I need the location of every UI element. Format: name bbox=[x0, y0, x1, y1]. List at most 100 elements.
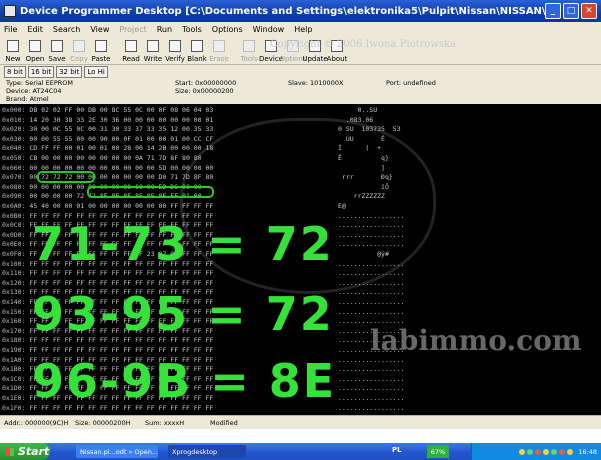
menu-view[interactable]: View bbox=[90, 25, 109, 34]
hex-row-bytes[interactable]: CD FF FF 00 01 00 01 00 28 00 14 2B 00 0… bbox=[29, 144, 213, 152]
hex-row-bytes[interactable]: FF FF FF FF FF FF FF FF FF FF FF FF FF F… bbox=[29, 279, 213, 287]
hex-row-ascii[interactable]: íÖ bbox=[338, 183, 405, 191]
menu-run[interactable]: Run bbox=[157, 25, 172, 34]
menu-search[interactable]: Search bbox=[53, 25, 80, 34]
tools-button[interactable]: Tools bbox=[239, 38, 259, 64]
hex-row-ascii[interactable]: ] bbox=[338, 164, 405, 172]
hex-row-address: 0x050: bbox=[2, 154, 26, 162]
hex-row[interactable]: 0x070: 00 72 72 72 00 00 00 00 00 00 00 … bbox=[2, 173, 213, 181]
menu-help[interactable]: Help bbox=[294, 25, 312, 34]
tray-icon-4[interactable] bbox=[543, 448, 550, 455]
hex-row-ascii[interactable]: ................. bbox=[338, 231, 405, 239]
hex-row-bytes[interactable]: FF FF FF FF FF FF FF FF FF FF FF FF FF F… bbox=[29, 346, 213, 354]
tray-icon-1[interactable] bbox=[519, 448, 526, 455]
hex-row-bytes[interactable]: 00 00 55 55 00 00 90 00 0F 01 00 00 01 0… bbox=[29, 135, 213, 143]
hex-row-ascii[interactable]: ................. bbox=[338, 384, 405, 392]
hex-row-ascii[interactable]: rrZZZZZZ bbox=[338, 192, 405, 200]
menu-file[interactable]: File bbox=[4, 25, 17, 34]
verify-label: Verify bbox=[165, 55, 185, 63]
hex-row-bytes[interactable]: 14 20 30 38 33 2E 30 36 00 00 00 00 00 0… bbox=[29, 116, 213, 124]
hex-row-ascii[interactable]: .083.06 bbox=[338, 116, 405, 124]
verify-button[interactable]: Verify bbox=[165, 38, 185, 64]
hex-row-ascii[interactable]: ................. bbox=[338, 288, 405, 296]
blank-button[interactable]: Blank bbox=[187, 38, 207, 64]
read-button[interactable]: Read bbox=[121, 38, 141, 64]
hex-row-ascii[interactable]: ................. bbox=[338, 269, 405, 277]
hex-row-ascii[interactable]: ................. bbox=[338, 394, 405, 402]
new-button[interactable]: New bbox=[3, 38, 23, 64]
hex-row-ascii[interactable]: @ý# bbox=[338, 250, 405, 258]
save-button[interactable]: Save bbox=[47, 38, 67, 64]
tray-icon-2[interactable] bbox=[527, 448, 534, 455]
hex-row-ascii[interactable]: ................. bbox=[338, 279, 405, 287]
taskbar: Start Nissan.pl...odt » Open... Xprogdes… bbox=[0, 443, 601, 460]
hex-row-address: 0x160: bbox=[2, 317, 26, 326]
menu-options[interactable]: Options bbox=[212, 25, 243, 34]
hex-row-address: 0x140: bbox=[2, 298, 26, 306]
battery-indicator[interactable]: 67% bbox=[427, 445, 449, 458]
hex-row-ascii[interactable]: UU Ë bbox=[338, 135, 405, 143]
maximize-button[interactable]: □ bbox=[563, 3, 579, 19]
hex-row-ascii[interactable]: ................. bbox=[338, 240, 405, 248]
clock[interactable]: 16:48 bbox=[578, 448, 597, 456]
tray-icon-5[interactable] bbox=[551, 448, 558, 455]
hex-row-ascii[interactable]: Ë q} bbox=[338, 154, 405, 162]
language-indicator[interactable]: PL bbox=[392, 446, 402, 454]
hex-row-ascii[interactable]: ................. bbox=[338, 298, 405, 306]
hex-row-address: 0x190: bbox=[2, 346, 26, 354]
taskbar-item-xprogdesktop[interactable]: Xprogdesktop bbox=[168, 445, 246, 458]
hex-row-ascii[interactable]: ................. bbox=[338, 212, 405, 220]
hex-row[interactable]: 0x190: FF FF FF FF FF FF FF FF FF FF FF … bbox=[2, 346, 213, 354]
open-button[interactable]: Open bbox=[25, 38, 45, 64]
tray-icon-3[interactable] bbox=[535, 448, 542, 455]
tray-icon-7[interactable] bbox=[567, 448, 574, 455]
hex-row[interactable]: 0x120: FF FF FF FF FF FF FF FF FF FF FF … bbox=[2, 279, 213, 287]
hex-row[interactable]: 0x040: CD FF FF 00 01 00 01 00 28 00 14 … bbox=[2, 144, 213, 152]
erase-button[interactable]: Erase bbox=[209, 38, 229, 64]
close-button[interactable]: ✕ bbox=[581, 3, 597, 19]
copy-button[interactable]: Copy bbox=[69, 38, 89, 64]
hex-editor[interactable]: 0x000: DB 02 02 FF 00 DB 00 8C 55 0C 00 … bbox=[0, 104, 601, 415]
hex-row[interactable]: 0x060: 00 00 00 00 00 00 00 00 00 00 00 … bbox=[2, 164, 213, 172]
hex-row-ascii[interactable]: 0..SU bbox=[338, 106, 405, 114]
8bit-button[interactable]: 8 bit bbox=[4, 65, 26, 78]
hex-row[interactable]: 0x030: 00 00 55 55 00 00 90 00 0F 01 00 … bbox=[2, 135, 213, 143]
hex-row-ascii[interactable]: Í ( + bbox=[338, 144, 405, 152]
hex-row-ascii[interactable]: E@ bbox=[338, 202, 405, 210]
hex-row-ascii[interactable]: ................. bbox=[338, 308, 405, 316]
hex-row-ascii[interactable]: ................. bbox=[338, 375, 405, 383]
hex-row-ascii[interactable]: ................. bbox=[338, 221, 405, 229]
hex-row-bytes[interactable]: 45 40 00 00 01 00 00 00 00 00 00 00 FF F… bbox=[29, 202, 213, 210]
hex-row[interactable]: 0x050: CB 00 00 00 00 00 00 00 00 0A 71 … bbox=[2, 154, 202, 162]
menu-edit[interactable]: Edit bbox=[27, 25, 43, 34]
hex-row-ascii[interactable]: 0 SU 103735 53 bbox=[338, 125, 405, 133]
hex-row[interactable]: 0x020: 30 00 0C 55 0C 00 31 30 33 37 33 … bbox=[2, 125, 213, 133]
menu-tools[interactable]: Tools bbox=[182, 25, 202, 34]
16bit-button[interactable]: 16 bit bbox=[27, 65, 55, 78]
hex-row[interactable]: 0x010: 14 20 30 38 33 2E 30 36 00 00 00 … bbox=[2, 116, 213, 124]
hex-row-ascii[interactable]: rrr Ðq} bbox=[338, 173, 405, 181]
hex-row-bytes[interactable]: DB 02 02 FF 00 DB 00 8C 55 0C 00 0F 08 0… bbox=[29, 106, 213, 114]
hex-row[interactable]: 0x0A0: 45 40 00 00 01 00 00 00 00 00 00 … bbox=[2, 202, 213, 210]
windows-flag-icon bbox=[6, 447, 14, 456]
32bit-button[interactable]: 32 bit bbox=[56, 65, 83, 78]
hex-row-bytes[interactable]: 30 00 0C 55 0C 00 31 30 33 37 33 35 12 0… bbox=[29, 125, 213, 133]
paste-button[interactable]: Paste bbox=[91, 38, 111, 64]
hex-row-address: 0x090: bbox=[2, 192, 26, 201]
hex-row-ascii[interactable]: ................. bbox=[338, 404, 405, 412]
title-bar[interactable]: Device Programmer Desktop [C:\Documents … bbox=[0, 0, 601, 22]
menu-window[interactable]: Window bbox=[253, 25, 285, 34]
tray-icon-6[interactable] bbox=[559, 448, 566, 455]
lohi-button[interactable]: Lo Hi bbox=[84, 65, 108, 78]
read-label: Read bbox=[122, 55, 140, 63]
hex-row[interactable]: 0x000: DB 02 02 FF 00 DB 00 8C 55 0C 00 … bbox=[2, 106, 213, 114]
hex-row-ascii[interactable]: ................. bbox=[338, 260, 405, 268]
taskbar-item-nissan[interactable]: Nissan.pl...odt » Open... bbox=[76, 445, 158, 458]
open-folder-icon bbox=[29, 40, 41, 52]
hex-row-bytes[interactable]: CB 00 00 00 00 00 00 00 00 0A 71 7D 8F 8… bbox=[29, 154, 201, 162]
start-button[interactable]: Start bbox=[0, 443, 50, 460]
write-button[interactable]: Write bbox=[143, 38, 163, 64]
menu-project[interactable]: Project bbox=[119, 25, 146, 34]
minimize-button[interactable]: _ bbox=[545, 3, 561, 19]
hex-row-ascii[interactable]: ................. bbox=[338, 365, 405, 373]
